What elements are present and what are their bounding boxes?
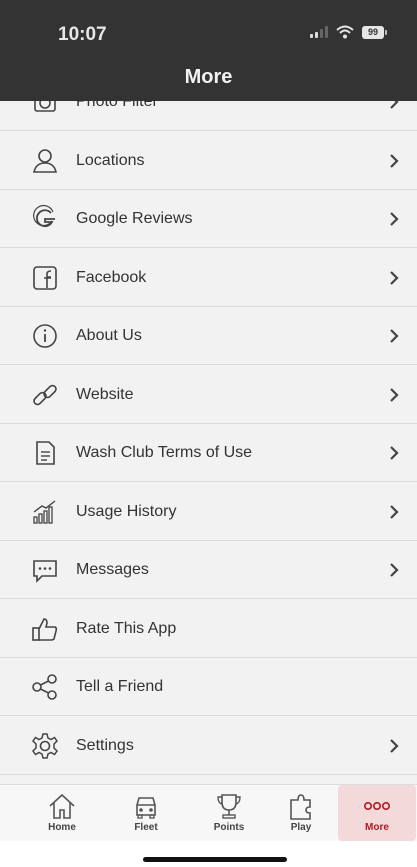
menu-item-settings[interactable]: Settings — [0, 717, 417, 775]
menu-item-wash-club-terms-of-use[interactable]: Wash Club Terms of Use — [0, 424, 417, 482]
battery-icon: 99 — [362, 25, 387, 39]
menu-item-label: Facebook — [76, 268, 147, 286]
chevron-right-icon — [390, 504, 399, 519]
trophy-icon — [217, 794, 241, 819]
more-icon — [363, 802, 390, 811]
chevron-right-icon — [390, 738, 399, 753]
tab-home[interactable]: Home — [23, 785, 101, 841]
tab-label: Home — [48, 822, 76, 833]
status-time: 10:07 — [58, 24, 107, 45]
menu-item-about-us[interactable]: About Us — [0, 307, 417, 365]
menu-item-google-reviews[interactable]: Google Reviews — [0, 190, 417, 248]
link-icon — [30, 380, 60, 410]
battery-level: 99 — [362, 25, 384, 39]
tab-play[interactable]: Play — [262, 785, 340, 841]
menu-item-label: Website — [76, 385, 134, 403]
menu-item-tell-a-friend[interactable]: Tell a Friend — [0, 658, 417, 716]
chevron-right-icon — [390, 329, 399, 343]
tab-more[interactable]: More — [338, 785, 416, 841]
camera-icon — [30, 101, 60, 117]
info-icon — [30, 321, 60, 351]
status-icons: 99 — [310, 25, 387, 39]
facebook-icon — [30, 263, 60, 293]
signal-icon — [310, 26, 328, 38]
tab-label: Points — [213, 822, 245, 833]
menu-item-rate-this-app[interactable]: Rate This App — [0, 600, 417, 658]
chevron-right-icon — [390, 101, 399, 109]
menu-item-label: Google Reviews — [76, 210, 193, 227]
tab-label: Play — [290, 822, 312, 833]
tab-fleet[interactable]: Fleet — [107, 785, 185, 841]
google-icon — [30, 204, 60, 234]
menu-item-usage-history[interactable]: Usage History — [0, 483, 417, 541]
home-indicator — [143, 857, 287, 862]
tab-label: More — [365, 822, 389, 833]
more-menu-list[interactable]: Photo Filter Locations Google Reviews Faceb… — [0, 101, 417, 784]
page-title: More — [184, 66, 233, 88]
menu-item-messages[interactable]: Messages — [0, 541, 417, 599]
document-icon — [30, 438, 60, 468]
puzzle-icon — [290, 794, 311, 820]
chevron-right-icon — [390, 563, 399, 577]
message-icon — [30, 555, 60, 585]
chevron-right-icon — [390, 446, 399, 460]
tab-points[interactable]: Points — [190, 785, 268, 841]
home-icon — [49, 793, 75, 819]
chevron-right-icon — [390, 153, 399, 168]
menu-item-label: Messages — [76, 561, 149, 578]
tab-label: Fleet — [134, 822, 158, 833]
chevron-right-icon — [390, 270, 399, 285]
menu-item-label: Tell a Friend — [76, 678, 164, 695]
share-icon — [30, 672, 60, 702]
menu-item-facebook[interactable]: Facebook — [0, 249, 417, 307]
car-icon — [136, 797, 156, 819]
menu-item-label: Settings — [76, 736, 134, 754]
menu-item-label: Usage History — [76, 502, 177, 520]
menu-item-label: Photo Filter — [76, 101, 158, 110]
menu-item-label: Wash Club Terms of Use — [76, 444, 253, 461]
bottom-tab-bar: Home Fleet Points Play More — [0, 784, 417, 841]
top-header: 10:07 99 More — [0, 0, 417, 101]
user-icon — [30, 146, 60, 176]
menu-item-label: Locations — [76, 151, 145, 169]
menu-item-label: About Us — [76, 327, 142, 344]
chevron-right-icon — [390, 387, 399, 402]
menu-item-label: Rate This App — [76, 619, 177, 637]
menu-item-photo-filter[interactable]: Photo Filter — [0, 101, 417, 131]
menu-item-website[interactable]: Website — [0, 366, 417, 424]
thumbs-up-icon — [30, 614, 60, 644]
gear-icon — [30, 731, 60, 761]
wifi-icon — [336, 25, 354, 39]
menu-item-locations[interactable]: Locations — [0, 132, 417, 190]
chevron-right-icon — [390, 212, 399, 226]
chart-icon — [30, 497, 60, 527]
